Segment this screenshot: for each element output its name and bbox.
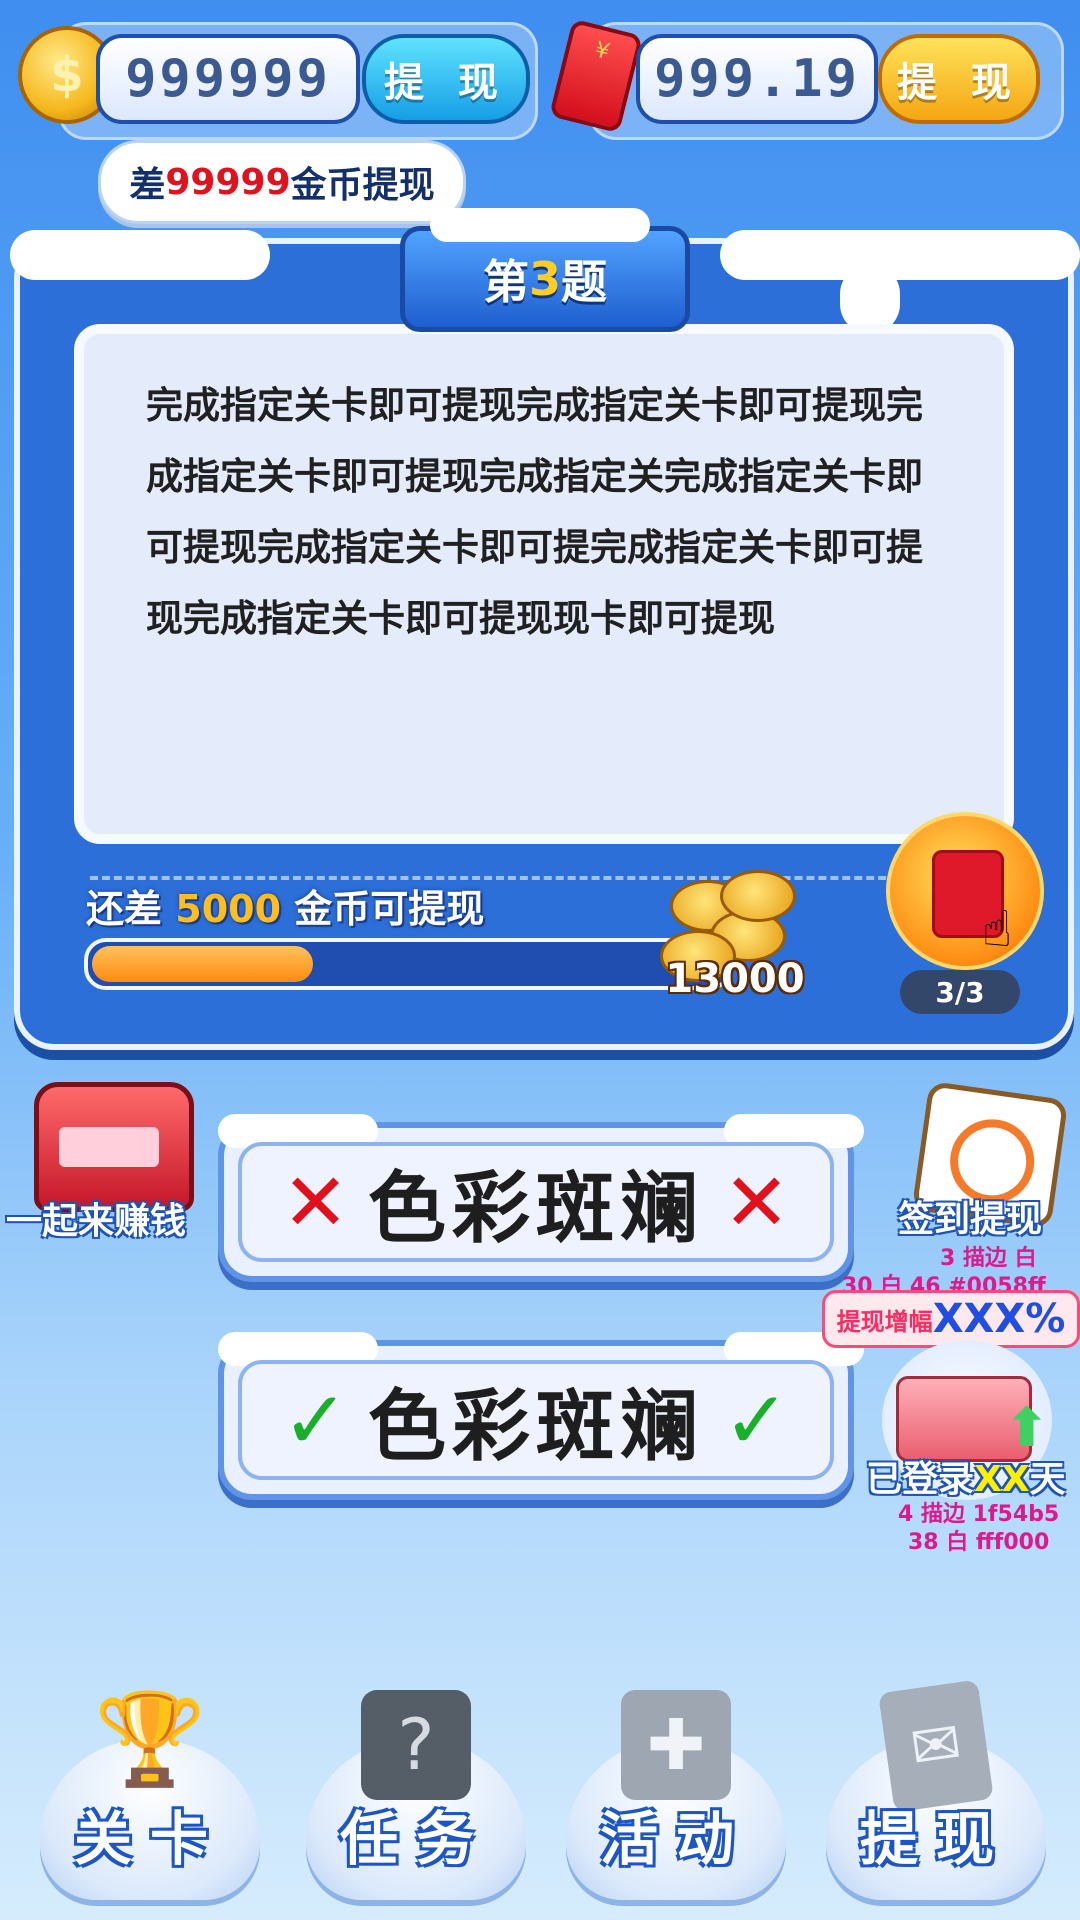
wrong-mark-icon: ✕ bbox=[282, 1155, 350, 1249]
coin-gap-suffix: 金币提现 bbox=[290, 165, 435, 206]
question-text: 完成指定关卡即可提现完成指定关卡即可提现完成指定关卡即可提现完成指定关完成指定关… bbox=[146, 384, 923, 640]
progress-fill bbox=[92, 946, 313, 982]
question-number: 3 bbox=[528, 252, 561, 306]
nav-withdraw-label: 提现 bbox=[859, 1805, 1012, 1873]
nav-tasks[interactable]: ? 任务 bbox=[306, 1680, 526, 1900]
logged-days: XX bbox=[974, 1459, 1030, 1500]
answer-text: 色彩斑斓 bbox=[367, 1164, 704, 1254]
cash-withdraw-button[interactable]: 提 现 bbox=[878, 34, 1040, 124]
nav-levels[interactable]: 🏆 关卡 bbox=[40, 1680, 260, 1900]
answer-text: 色彩斑斓 bbox=[367, 1382, 704, 1472]
boost-label: 提现增幅 bbox=[836, 1307, 933, 1336]
progress-target: 13000 bbox=[665, 956, 805, 1002]
checkin-withdraw-label[interactable]: 签到提现 bbox=[898, 1190, 1042, 1242]
earn-together-label[interactable]: 一起来赚钱 bbox=[6, 1192, 186, 1244]
nav-tasks-label: 任务 bbox=[339, 1805, 492, 1873]
progress-suffix: 金币可提现 bbox=[294, 887, 485, 931]
nav-levels-label: 关卡 bbox=[73, 1805, 226, 1873]
red-packet-reward-button[interactable]: ☝ bbox=[886, 812, 1044, 970]
wrong-mark-icon: ✕ bbox=[722, 1155, 790, 1249]
answer-option-correct[interactable]: ✓ 色彩斑斓 ✓ bbox=[218, 1332, 864, 1500]
check-mark-icon: ✓ bbox=[282, 1373, 350, 1467]
logged-note-2: 38 白 fff000 bbox=[908, 1530, 1050, 1555]
question-title-prefix: 第 bbox=[482, 255, 529, 309]
coin-balance: 999999 bbox=[96, 34, 360, 124]
answer-option-wrong[interactable]: ✕ 色彩斑斓 ✕ bbox=[218, 1114, 864, 1282]
coin-gap-tag: 差 99999 金币提现 bbox=[98, 140, 466, 224]
question-book-icon: ? bbox=[361, 1690, 471, 1800]
progress-prefix: 还差 bbox=[86, 887, 163, 931]
boost-value: XXX% bbox=[932, 1296, 1066, 1342]
nav-activities[interactable]: ✚ 活动 bbox=[566, 1680, 786, 1900]
progress-label: 还差 5000 金币可提现 bbox=[86, 878, 484, 933]
coin-withdraw-button[interactable]: 提 现 bbox=[362, 34, 530, 124]
cash-balance: 999.19 bbox=[636, 34, 878, 124]
progress-remaining: 5000 bbox=[175, 887, 282, 931]
coin-gap-amount: 99999 bbox=[165, 161, 291, 203]
nav-withdraw[interactable]: ✉ 提现 bbox=[826, 1679, 1046, 1900]
logged-days-label: 已登录XX天 bbox=[866, 1459, 1066, 1500]
red-packet-counter: 3/3 bbox=[900, 970, 1020, 1014]
check-mark-icon: ✓ bbox=[722, 1373, 790, 1467]
nav-activities-label: 活动 bbox=[599, 1805, 752, 1873]
progress-bar bbox=[84, 938, 732, 990]
withdraw-boost-tag: 提现增幅 XXX% bbox=[822, 1290, 1080, 1348]
tap-hand-icon: ☝ bbox=[982, 900, 1013, 958]
question-title-suffix: 题 bbox=[561, 255, 607, 309]
coin-gap-prefix: 差 bbox=[129, 165, 166, 206]
gift-box-icon: ✚ bbox=[621, 1690, 731, 1800]
trophy-icon: 🏆 bbox=[93, 1687, 207, 1792]
